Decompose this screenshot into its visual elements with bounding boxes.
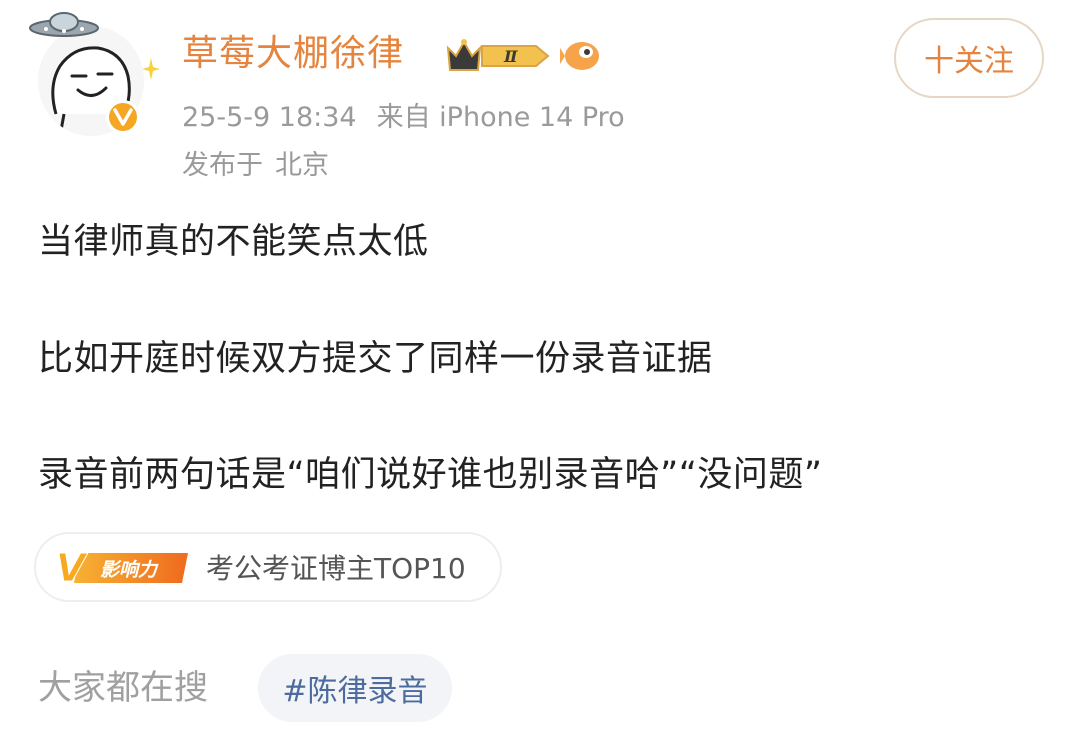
post-source: 来自 iPhone 14 Pro (376, 102, 625, 133)
post-text-line-1: 当律师真的不能笑点太低 (38, 222, 429, 262)
influence-label: 考公考证博主TOP10 (206, 552, 466, 585)
follow-button[interactable]: 十关注 (894, 18, 1044, 98)
location-city: 北京 (275, 150, 329, 181)
post-location: 发布于 北京 (182, 148, 329, 184)
influence-v-logo-icon: V 影响力 (54, 545, 192, 591)
post-meta: 25-5-9 18:34 来自 iPhone 14 Pro (182, 100, 625, 136)
location-prefix: 发布于 (182, 150, 263, 181)
ufo-icon (29, 12, 99, 37)
fish-fan-badge-icon[interactable] (560, 38, 604, 74)
username[interactable]: 草莓大棚徐律 (182, 32, 404, 76)
sparkle-icon (142, 58, 160, 80)
avatar-block[interactable] (28, 8, 160, 138)
influence-badge-pill[interactable]: V 影响力 考公考证博主TOP10 (34, 532, 502, 602)
post-text-line-2: 比如开庭时候双方提交了同样一份录音证据 (38, 339, 713, 379)
trending-search-label: 大家都在搜 (38, 668, 208, 708)
weibo-post: 草莓大棚徐律 Ⅱ 25-5-9 18:34 来自 iPhone 14 Pro 发布… (0, 0, 1079, 748)
crown-level-badge-icon[interactable]: Ⅱ (444, 36, 554, 76)
influence-logo-text: 影响力 (100, 559, 159, 581)
level-badge-text: Ⅱ (503, 47, 518, 66)
trending-topic-tag[interactable]: #陈律录音 (258, 654, 452, 722)
post-time: 25-5-9 18:34 (182, 102, 357, 133)
verified-v-icon (106, 100, 140, 134)
post-text-line-3: 录音前两句话是“咱们说好谁也别录音哈”“没问题” (38, 455, 823, 495)
influence-logo-letter: V (56, 546, 88, 589)
